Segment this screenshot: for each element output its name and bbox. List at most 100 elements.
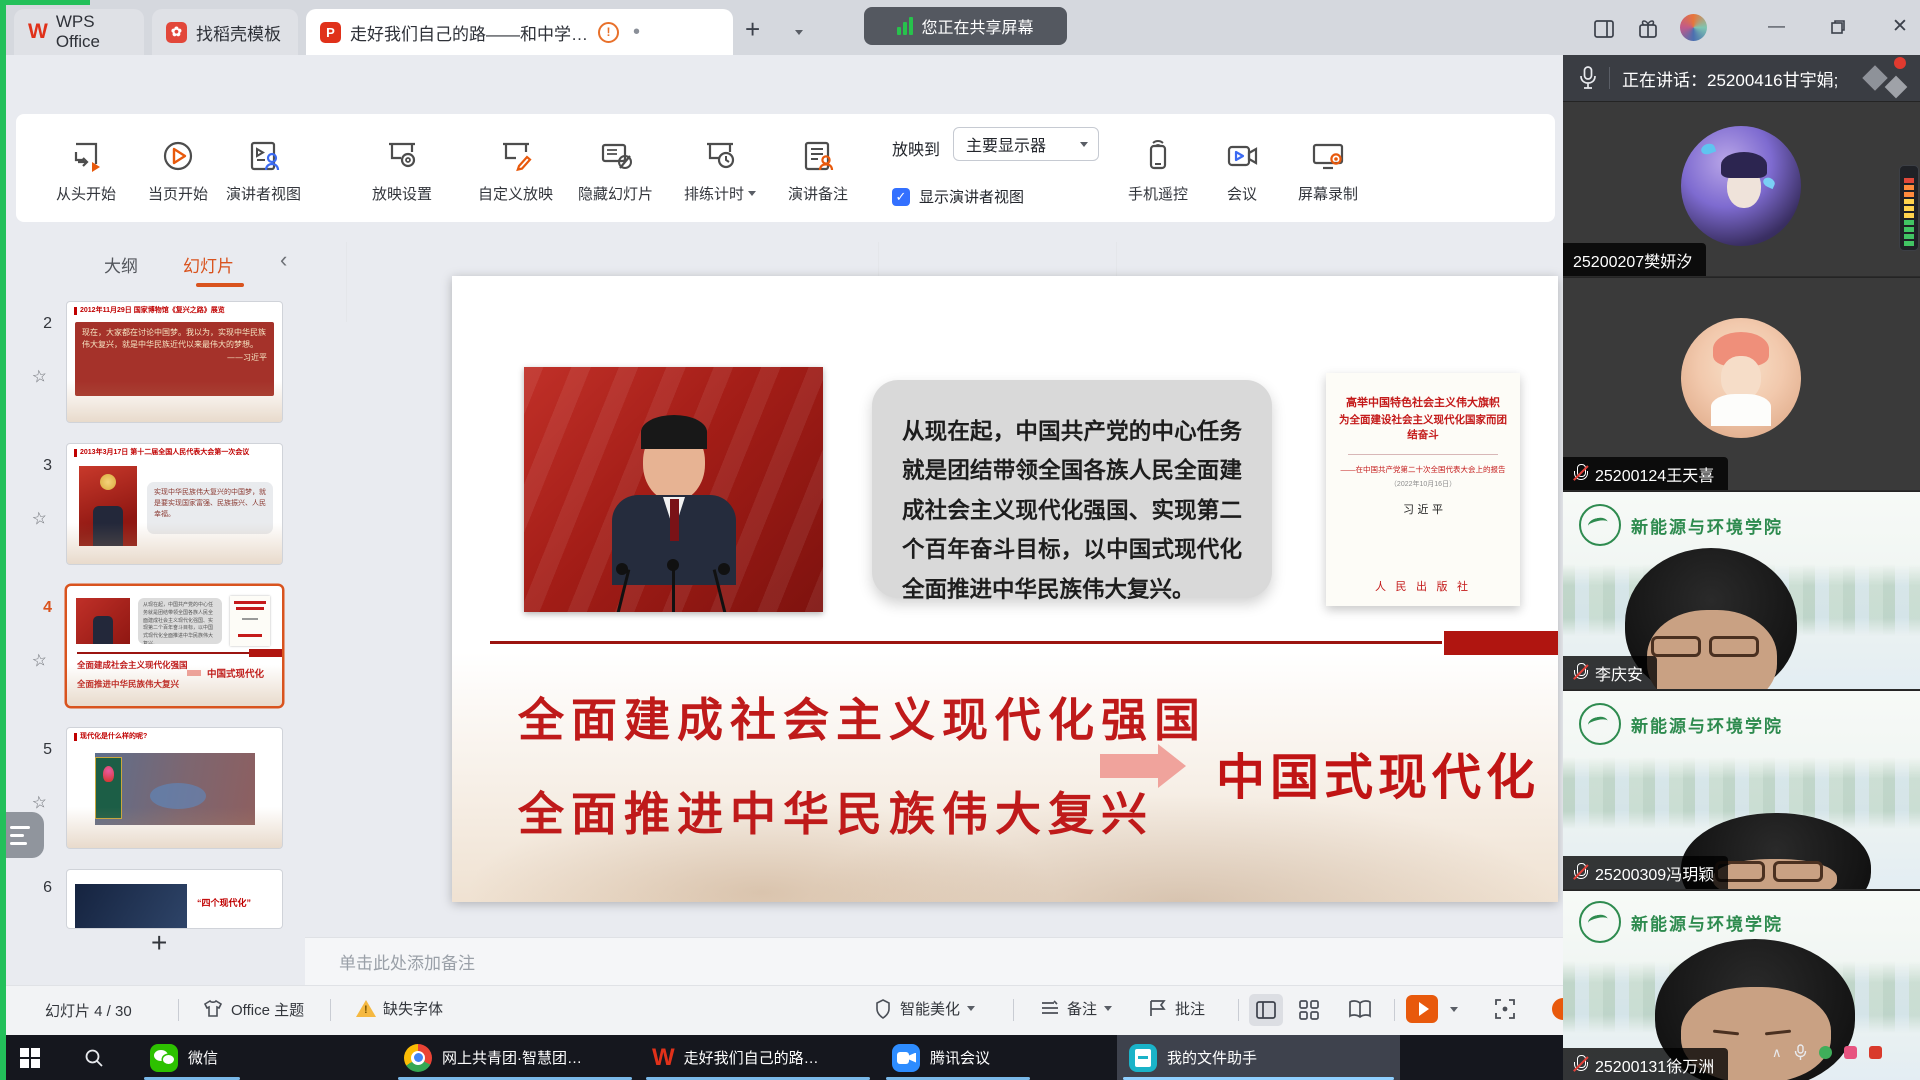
pin-icon[interactable] — [1894, 57, 1906, 69]
notes-toggle-button[interactable]: 备注 — [1040, 998, 1112, 1019]
comments-button[interactable]: 批注 — [1148, 998, 1205, 1019]
tray-chevron-up-icon[interactable]: ∧ — [1772, 1045, 1782, 1061]
display-select-value: 主要显示器 — [966, 132, 1046, 156]
tray-pink-app-icon[interactable] — [1844, 1046, 1857, 1059]
participant-name-chip: 25200309冯玥颖 — [1563, 856, 1728, 889]
slide-canvas[interactable]: 从现在起，中国共产党的中心任务就是团结带领全国各族人民全面建成社会主义现代化强国… — [452, 276, 1558, 902]
tab-docer-templates[interactable]: ✿ 找稻壳模板 — [152, 9, 298, 55]
speaker-notes-button[interactable]: 演讲备注 — [788, 138, 848, 204]
tab-wps-home[interactable]: W WPS Office — [14, 9, 144, 55]
tab-slides[interactable]: 幻灯片 — [183, 252, 234, 277]
slide-thumbnail-2[interactable]: 2012年11月29日 国家博物馆《复兴之路》展览 现在，大家都在讨论中国梦。我… — [67, 302, 282, 422]
section-list-button[interactable] — [0, 812, 44, 858]
animation-star-icon: ☆ — [31, 650, 49, 672]
restore-button[interactable] — [1830, 19, 1846, 35]
slide-line2[interactable]: 全面推进中华民族伟大复兴 — [518, 778, 1154, 844]
tab-list-chevron[interactable] — [795, 24, 803, 42]
taskbar-app-tencent-meeting[interactable]: 腾讯会议 — [880, 1035, 1036, 1080]
divider — [330, 999, 331, 1021]
mic-muted-icon — [1573, 863, 1588, 882]
show-presenter-view-toggle[interactable]: ✓ 显示演讲者视图 — [892, 186, 1024, 207]
beautify-button[interactable]: 智能美化 — [873, 998, 975, 1019]
custom-show-button[interactable]: 自定义放映 — [478, 138, 553, 204]
wps-w-icon: W — [652, 1044, 674, 1072]
taskbar-search-button[interactable] — [72, 1035, 116, 1080]
new-tab-button[interactable]: + — [745, 14, 760, 45]
play-slideshow-button[interactable] — [1406, 995, 1438, 1023]
slide-thumbnail-3[interactable]: 2013年3月17日 第十二届全国人民代表大会第一次会议 实现中华民族伟大复兴的… — [67, 444, 282, 564]
slide-counter: 幻灯片 4 / 30 — [45, 1000, 132, 1021]
rehearse-timing-button[interactable]: 排练计时 — [684, 138, 756, 204]
start-button[interactable] — [8, 1035, 52, 1080]
participant-tile[interactable]: 25200207樊妍汐 — [1563, 101, 1920, 276]
view-normal-button[interactable] — [1249, 994, 1283, 1026]
participant-name: 25200309冯玥颖 — [1595, 861, 1714, 885]
play-options-chevron[interactable] — [1450, 1007, 1458, 1012]
book-subtitle: ——在中国共产党第二十次全国代表大会上的报告 — [1326, 464, 1520, 475]
display-select-dropdown[interactable]: 主要显示器 — [953, 127, 1099, 161]
center-task-bubble[interactable]: 从现在起，中国共产党的中心任务就是团结带领全国各族人民全面建成社会主义现代化强国… — [872, 380, 1272, 598]
tray-mic-icon[interactable] — [1794, 1044, 1807, 1061]
taskbar-app-chrome[interactable]: 网上共青团·智慧团… — [392, 1035, 638, 1080]
minimize-button[interactable]: — — [1768, 16, 1785, 36]
participant-tile[interactable]: 新能源与环境学院 李庆安 — [1563, 491, 1920, 689]
taskbar-app-wechat[interactable]: 微信 — [138, 1035, 246, 1080]
view-sorter-button[interactable] — [1298, 999, 1320, 1025]
divider — [1013, 999, 1014, 1021]
chrome-icon — [404, 1044, 432, 1072]
user-avatar[interactable] — [1680, 14, 1707, 41]
taskbar-app-file-assistant-active[interactable]: 我的文件助手 — [1117, 1035, 1400, 1080]
skin-gift-icon[interactable] — [1636, 17, 1660, 41]
play-from-start-button[interactable]: 从头开始 — [56, 138, 116, 204]
close-button[interactable]: ✕ — [1892, 15, 1908, 38]
audio-level-meter — [1899, 165, 1919, 251]
fit-slide-button[interactable] — [1494, 998, 1516, 1024]
tab-presentation[interactable]: P 走好我们自己的路——和中学… ! • — [306, 9, 733, 55]
notes-label: 备注 — [1067, 998, 1097, 1019]
college-name: 新能源与环境学院 — [1631, 910, 1783, 935]
photo-microphones — [594, 563, 754, 612]
quote-text: 现在，大家都在讨论中国梦。我以为，实现中华民族伟大复兴，就是中华民族近代以来最伟… — [82, 328, 266, 349]
app-label: 腾讯会议 — [930, 1047, 990, 1068]
tray-green-app-icon[interactable] — [1819, 1046, 1832, 1059]
participant-tile[interactable]: 新能源与环境学院 25200309冯玥颖 — [1563, 690, 1920, 889]
arrow-head — [1158, 744, 1186, 788]
hide-slide-button[interactable]: 隐藏幻灯片 — [578, 138, 653, 204]
speaking-name: 25200416甘宇娟; — [1707, 66, 1838, 91]
slide-result[interactable]: 中国式现代化 — [1216, 738, 1540, 809]
participant-tile[interactable]: 25200124王天喜 — [1563, 277, 1920, 490]
slide-thumbnail-6[interactable]: “四个现代化” — [67, 870, 282, 928]
slide-thumbnail-4-selected[interactable]: 从现在起，中国共产党的中心任务就是团结带领全国各族人民全面建成社会主义现代化强国… — [67, 586, 282, 706]
photo-hair — [641, 415, 707, 449]
thumb-header: 2012年11月29日 国家博物馆《复兴之路》展览 — [74, 307, 225, 315]
play-current-button[interactable]: 当页开始 — [148, 138, 208, 204]
button-label: 自定义放映 — [478, 183, 553, 204]
participant-glasses — [1651, 638, 1759, 654]
meeting-button[interactable]: 会议 — [1224, 138, 1260, 204]
slide-thumbnail-5[interactable]: 现代化是什么样的呢? — [67, 728, 282, 848]
sidebar-toggle-icon[interactable] — [1592, 17, 1616, 41]
theme-button[interactable]: Office 主题 — [202, 998, 304, 1020]
phone-remote-button[interactable]: 手机遥控 — [1128, 138, 1188, 204]
missing-font-warning[interactable]: ! 缺失字体 — [356, 998, 443, 1019]
national-emblem — [100, 474, 116, 490]
tab-outline[interactable]: 大纲 — [104, 252, 138, 277]
taskbar-app-wps[interactable]: W 走好我们自己的路… — [640, 1035, 876, 1080]
notes-input[interactable]: 单击此处添加备注 — [305, 937, 1563, 985]
screen-record-button[interactable]: 屏幕录制 — [1298, 138, 1358, 204]
report-book-cover[interactable]: 高举中国特色社会主义伟大旗帜 为全面建设社会主义现代化国家而团结奋斗 ——在中国… — [1326, 373, 1520, 606]
thumb-divider-block — [249, 649, 282, 657]
notes-placeholder: 单击此处添加备注 — [339, 949, 475, 974]
slide-line1[interactable]: 全面建成社会主义现代化强国 — [518, 684, 1207, 750]
collapse-panel-chevron[interactable]: ‹ — [280, 247, 287, 273]
warning-triangle-icon: ! — [356, 1000, 376, 1017]
add-slide-button[interactable]: + — [151, 927, 167, 959]
presenter-view-button[interactable]: 演讲者视图 — [226, 138, 301, 204]
show-settings-button[interactable]: 放映设置 — [372, 138, 432, 204]
compat-warning-icon[interactable]: ! — [598, 22, 619, 43]
tray-red-app-icon[interactable] — [1869, 1046, 1882, 1059]
leader-photo[interactable] — [524, 367, 823, 612]
slide-divider-line — [490, 641, 1442, 644]
view-reading-button[interactable] — [1348, 999, 1372, 1023]
docer-leaf-icon: ✿ — [166, 22, 187, 43]
